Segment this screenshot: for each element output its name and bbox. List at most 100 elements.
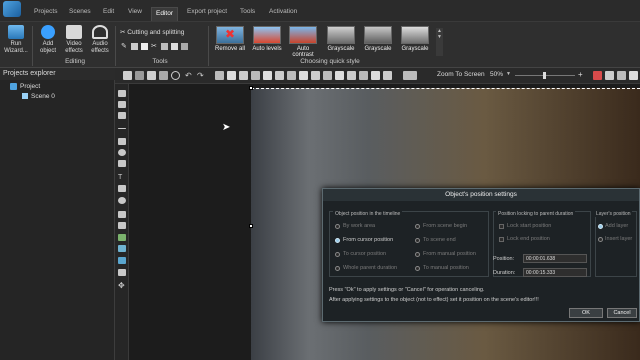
cutting-splitting-button[interactable]: ✂ Cutting and splitting [120,28,184,36]
radio-by-work-area[interactable] [335,224,340,229]
tab-export-project[interactable]: Export project [183,6,231,20]
delete-icon[interactable] [215,71,224,80]
quick-style-auto-levels[interactable]: Auto levels [251,26,283,56]
image-icon[interactable] [118,112,126,119]
pointer-icon[interactable] [118,90,126,97]
subtitle-icon[interactable] [118,185,126,192]
run-wizard-button[interactable]: Run Wizard... [3,25,29,55]
cut-icon[interactable]: ✂ [151,42,157,50]
tab-projects[interactable]: Projects [30,6,61,20]
video-effects-button[interactable]: Video effects [62,25,86,55]
tree-item-project[interactable]: Project [20,83,40,90]
speech-bubble-icon[interactable] [118,197,126,204]
crop-icon[interactable] [159,71,168,80]
quick-style-scroll[interactable]: ▲ ▼ [436,28,443,56]
grid-icon[interactable] [171,43,178,50]
resize-handle[interactable] [249,86,253,90]
mask-icon[interactable] [118,269,126,276]
radio-to-manual[interactable] [415,266,420,271]
chevron-down-icon[interactable]: ▼ [506,71,511,77]
align-center-icon[interactable] [239,71,248,80]
align-left-icon[interactable] [227,71,236,80]
tab-view[interactable]: View [124,6,146,20]
quick-style-grayscale-2[interactable]: Grayscale [362,26,394,56]
stretch-icon[interactable] [371,71,380,80]
audio-effects-button[interactable]: Audio effects [88,25,112,55]
audio-object-icon[interactable] [118,234,126,241]
radio-whole-parent[interactable] [335,266,340,271]
radio-from-manual[interactable] [415,252,420,257]
arrow-left-icon[interactable] [335,71,344,80]
group-icon[interactable] [383,71,392,80]
arrow-down-icon[interactable] [323,71,332,80]
link-icon[interactable] [403,71,417,80]
tab-editor[interactable]: Editor [151,7,178,21]
chart-icon[interactable] [118,211,126,218]
add-object-button[interactable]: Add object [36,25,60,55]
redo-icon[interactable]: ↷ [197,71,206,80]
tab-activation[interactable]: Activation [265,6,301,20]
crop-icon[interactable] [131,43,138,50]
settings-icon[interactable] [605,71,614,80]
pen-icon[interactable]: ✎ [121,42,127,50]
ok-button[interactable]: OK [569,308,603,318]
radio-from-cursor[interactable] [335,238,340,243]
cancel-button[interactable]: Cancel [607,308,637,318]
radio-insert-layer[interactable] [598,237,603,242]
sprite-icon[interactable] [118,222,126,229]
zoom-value[interactable]: 50% [490,71,503,78]
arrow-up-icon[interactable] [311,71,320,80]
label-add-layer: Add layer [605,223,629,229]
checkbox-lock-start[interactable] [499,224,504,229]
tree-item-scene[interactable]: Scene 0 [31,93,55,100]
tab-tools[interactable]: Tools [236,6,259,20]
align-middle-icon[interactable] [275,71,284,80]
fullscreen-icon[interactable] [629,71,638,80]
ellipse-icon[interactable] [118,149,126,156]
layers-icon[interactable] [359,71,368,80]
copy-icon[interactable] [135,71,144,80]
quick-style-grayscale-1[interactable]: Grayscale [325,26,357,56]
freeform-icon[interactable] [118,160,126,167]
record-icon[interactable] [593,71,602,80]
animation-icon[interactable] [118,257,126,264]
line-icon[interactable] [118,128,126,129]
video-object-icon[interactable] [118,245,126,252]
zoom-slider-thumb[interactable] [543,72,546,79]
tab-scenes[interactable]: Scenes [65,6,95,20]
rectangle-icon[interactable] [118,138,126,145]
app-logo[interactable] [3,1,21,17]
arrow-right-icon[interactable] [347,71,356,80]
align-top-icon[interactable] [263,71,272,80]
title-text-icon[interactable]: T [118,174,126,181]
zoom-in-icon[interactable]: + [578,70,583,79]
tab-edit[interactable]: Edit [99,6,118,20]
position-field[interactable]: 00:00:01.638 [523,254,587,263]
align-right-icon[interactable] [251,71,260,80]
balloon-thumb-icon [327,26,355,44]
radio-to-cursor[interactable] [335,252,340,257]
radio-add-layer[interactable] [598,224,603,229]
split-icon[interactable] [161,43,168,50]
text-icon[interactable] [118,101,126,108]
close-icon[interactable] [123,71,132,80]
radio-from-scene-begin[interactable] [415,224,420,229]
snapshot-icon[interactable] [617,71,626,80]
align-bottom-icon[interactable] [287,71,296,80]
zoom-to-screen-button[interactable]: Zoom To Screen [437,71,485,78]
headphones-icon [92,25,108,39]
quick-style-remove-all[interactable]: ✖ Remove all [214,26,246,56]
radio-to-scene-end[interactable] [415,238,420,243]
paste-icon[interactable] [147,71,156,80]
circle-icon[interactable] [171,71,180,80]
settings-icon[interactable] [181,43,188,50]
quick-style-auto-contrast[interactable]: Auto contrast [287,26,319,58]
resize-handle[interactable] [249,224,253,228]
checkbox-lock-end[interactable] [499,237,504,242]
duration-field[interactable]: 00:00:15.333 [523,268,587,277]
square-icon[interactable] [141,43,148,50]
move-icon[interactable]: ✥ [118,282,126,290]
quick-style-grayscale-3[interactable]: Grayscale [399,26,431,56]
distribute-icon[interactable] [299,71,308,80]
undo-icon[interactable]: ↶ [185,71,194,80]
